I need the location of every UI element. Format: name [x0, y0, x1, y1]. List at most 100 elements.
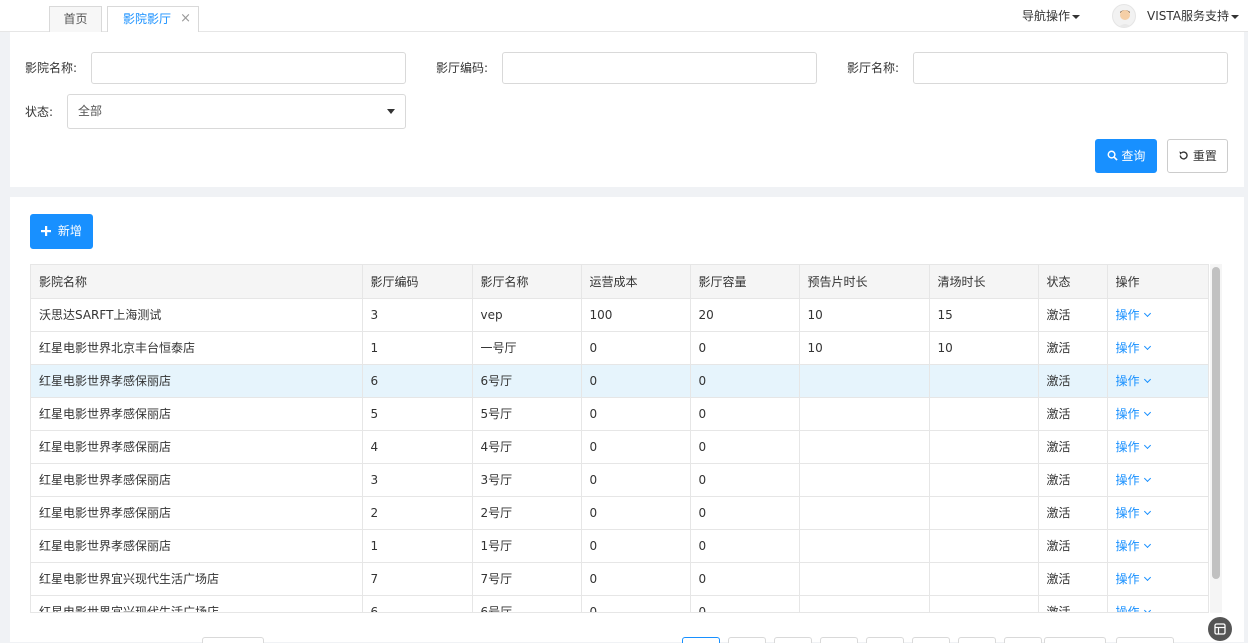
- table-cell: 红星电影世界孝感保丽店: [31, 529, 363, 563]
- row-actions-label[interactable]: 操作: [1116, 605, 1140, 612]
- row-actions-label[interactable]: 操作: [1116, 539, 1140, 553]
- row-actions-label[interactable]: 操作: [1116, 440, 1140, 454]
- column-header[interactable]: 操作: [1107, 265, 1208, 299]
- table-cell: 6号厅: [472, 364, 582, 398]
- table-cell: 3: [362, 463, 473, 497]
- filter-panel: 影院名称: 影厅编码: 影厅名称: 状态: 全部 查询 重置: [10, 32, 1244, 187]
- row-actions-dropdown[interactable]: 操作: [1107, 364, 1208, 398]
- avatar[interactable]: [1112, 4, 1136, 28]
- pagination-page[interactable]: [774, 637, 812, 643]
- add-button-label: 新增: [57, 224, 82, 238]
- table-row[interactable]: 红星电影世界孝感保丽店 1 1号厅 0 0 激活 操作: [31, 529, 1208, 563]
- table-row[interactable]: 红星电影世界孝感保丽店 2 2号厅 0 0 激活 操作: [31, 496, 1208, 530]
- table-cell: 一号厅: [472, 331, 582, 365]
- row-actions-dropdown[interactable]: 操作: [1107, 496, 1208, 530]
- query-button-label: 查询: [1121, 149, 1146, 163]
- row-actions-dropdown[interactable]: 操作: [1107, 298, 1208, 332]
- table-cell: 0: [690, 397, 800, 431]
- table-cell: 0: [690, 496, 800, 530]
- column-header[interactable]: 状态: [1038, 265, 1108, 299]
- table-cell: 10: [799, 331, 930, 365]
- layout-icon: [1214, 623, 1226, 635]
- column-header[interactable]: 影厅编码: [362, 265, 473, 299]
- tab-home[interactable]: 首页: [49, 6, 102, 32]
- column-header[interactable]: 影院名称: [31, 265, 363, 299]
- cinema-name-label: 影院名称:: [25, 61, 78, 75]
- row-actions-label[interactable]: 操作: [1116, 374, 1140, 388]
- table-cell: 激活: [1038, 529, 1108, 563]
- status-select[interactable]: 全部: [67, 94, 406, 129]
- table-cell: 红星电影世界孝感保丽店: [31, 364, 363, 398]
- row-actions-dropdown[interactable]: 操作: [1107, 430, 1208, 464]
- column-header[interactable]: 影厅容量: [690, 265, 800, 299]
- row-actions-dropdown[interactable]: 操作: [1107, 397, 1208, 431]
- column-header[interactable]: 影厅名称: [472, 265, 582, 299]
- chevron-down-icon: [1143, 474, 1151, 483]
- query-button[interactable]: 查询: [1095, 139, 1157, 173]
- add-button[interactable]: 新增: [30, 214, 93, 249]
- table-cell: 2: [362, 496, 473, 530]
- table-body: 沃思达SARFT上海测试 3 vep 100 20 10 15 激活 操作 红星电影世界北京丰台恒…: [31, 298, 1208, 612]
- pagination-jump-input[interactable]: [1044, 637, 1106, 643]
- scrollbar-thumb[interactable]: [1212, 267, 1220, 579]
- table-cell: [799, 397, 930, 431]
- hall-code-input[interactable]: [502, 52, 817, 84]
- pagination-page[interactable]: [912, 637, 950, 643]
- table-cell: 15: [929, 298, 1039, 332]
- pagination-page[interactable]: [820, 637, 858, 643]
- reset-button[interactable]: 重置: [1167, 139, 1228, 173]
- table-row[interactable]: 红星电影世界孝感保丽店 4 4号厅 0 0 激活 操作: [31, 430, 1208, 464]
- table-row[interactable]: 红星电影世界孝感保丽店 6 6号厅 0 0 激活 操作: [31, 364, 1208, 398]
- close-icon[interactable]: ×: [180, 7, 191, 31]
- caret-down-icon: [1230, 14, 1239, 19]
- pagination-page[interactable]: [728, 637, 766, 643]
- table-cell: 0: [690, 331, 800, 365]
- table-cell: 1: [362, 529, 473, 563]
- cinema-name-input[interactable]: [91, 52, 406, 84]
- pagination-page[interactable]: [1004, 637, 1042, 643]
- table-cell: [799, 496, 930, 530]
- column-header[interactable]: 预告片时长: [799, 265, 930, 299]
- row-actions-dropdown[interactable]: 操作: [1107, 463, 1208, 497]
- row-actions-label[interactable]: 操作: [1116, 308, 1140, 322]
- row-actions-dropdown[interactable]: 操作: [1107, 562, 1208, 596]
- nav-operations-menu[interactable]: 导航操作: [1022, 7, 1081, 24]
- pagination-page[interactable]: [866, 637, 904, 643]
- column-header[interactable]: 运营成本: [581, 265, 691, 299]
- table-row[interactable]: 沃思达SARFT上海测试 3 vep 100 20 10 15 激活 操作: [31, 298, 1208, 332]
- table-cell: 4: [362, 430, 473, 464]
- row-actions-dropdown[interactable]: 操作: [1107, 595, 1208, 612]
- page-size-select[interactable]: [202, 637, 264, 643]
- table-row[interactable]: 红星电影世界宜兴现代生活广场店 6 6号厅 0 0 激活 操作: [31, 595, 1208, 612]
- row-actions-label[interactable]: 操作: [1116, 341, 1140, 355]
- hall-name-input[interactable]: [913, 52, 1228, 84]
- pagination-go-button[interactable]: [1116, 637, 1174, 643]
- tab-cinema-hall[interactable]: 影院影厅 ×: [107, 6, 199, 32]
- table-cell: 红星电影世界孝感保丽店: [31, 397, 363, 431]
- pagination-page[interactable]: [958, 637, 996, 643]
- table-cell: 2号厅: [472, 496, 582, 530]
- table-cell: 0: [690, 529, 800, 563]
- table-cell: [799, 595, 930, 612]
- user-name: VISTA服务支持: [1147, 9, 1229, 23]
- row-actions-label[interactable]: 操作: [1116, 407, 1140, 421]
- panel-toggle-button[interactable]: [1208, 617, 1232, 641]
- row-actions-label[interactable]: 操作: [1116, 473, 1140, 487]
- table-scrollbar[interactable]: [1210, 264, 1222, 613]
- table-row[interactable]: 红星电影世界宜兴现代生活广场店 7 7号厅 0 0 激活 操作: [31, 562, 1208, 596]
- table-cell: [799, 562, 930, 596]
- table-row[interactable]: 红星电影世界北京丰台恒泰店 1 一号厅 0 0 10 10 激活 操作: [31, 331, 1208, 365]
- table-row[interactable]: 红星电影世界孝感保丽店 5 5号厅 0 0 激活 操作: [31, 397, 1208, 431]
- table-row[interactable]: 红星电影世界孝感保丽店 3 3号厅 0 0 激活 操作: [31, 463, 1208, 497]
- row-actions-label[interactable]: 操作: [1116, 506, 1140, 520]
- column-header[interactable]: 清场时长: [929, 265, 1039, 299]
- caret-down-icon: [387, 109, 395, 114]
- chevron-down-icon: [1143, 540, 1151, 549]
- row-actions-label[interactable]: 操作: [1116, 572, 1140, 586]
- row-actions-dropdown[interactable]: 操作: [1107, 331, 1208, 365]
- tab-cinema-hall-label: 影院影厅: [123, 12, 172, 26]
- top-bar: 首页 影院影厅 × 导航操作 VISTA服务支持: [0, 0, 1248, 32]
- pagination-current-page[interactable]: [682, 637, 720, 643]
- row-actions-dropdown[interactable]: 操作: [1107, 529, 1208, 563]
- user-menu[interactable]: VISTA服务支持: [1147, 7, 1239, 24]
